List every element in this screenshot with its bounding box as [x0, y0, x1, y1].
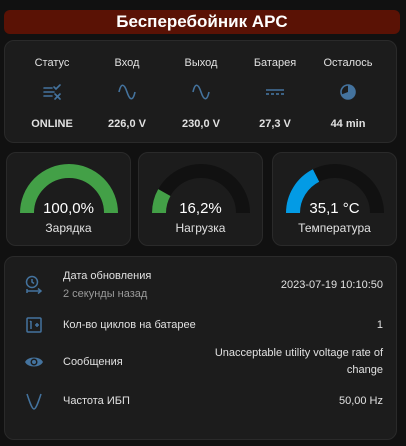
- messages-value-line2: change: [346, 364, 383, 376]
- ups-frequency-label: Частота ИБП: [63, 395, 130, 407]
- timer-icon: [340, 84, 356, 100]
- battery-cycles-value: 1: [376, 319, 383, 331]
- messages-value-line1: Unacceptable utility voltage rate of: [214, 347, 383, 359]
- remaining-value: 44 min: [330, 118, 366, 130]
- charge-label: Зарядка: [45, 221, 92, 235]
- gauge-card-charge[interactable]: 100,0% Зарядка: [6, 152, 131, 246]
- page-title-bar: Бесперебойник APC: [4, 10, 400, 34]
- sine-wave-icon: [118, 84, 136, 100]
- messages-label: Сообщения: [63, 356, 123, 368]
- last-updated-relative: 2 секунды назад: [63, 288, 148, 300]
- battery-value: 27,3 V: [259, 118, 291, 130]
- temperature-label: Температура: [298, 221, 371, 235]
- charge-value: 100,0%: [43, 200, 94, 217]
- input-value: 226,0 V: [108, 118, 146, 130]
- ups-frequency-value: 50,00 Hz: [338, 395, 383, 407]
- output-value: 230,0 V: [182, 118, 220, 130]
- output-label: Выход: [184, 57, 218, 69]
- remaining-label: Осталось: [323, 57, 373, 69]
- frequency-icon: [26, 393, 42, 410]
- load-value: 16,2%: [179, 200, 222, 217]
- battery-counter-icon: [26, 317, 42, 333]
- dc-current-icon: [266, 89, 284, 95]
- gauge-card-load[interactable]: 16,2% Нагрузка: [138, 152, 263, 246]
- last-updated-label: Дата обновления: [63, 270, 152, 282]
- sine-wave-icon: [192, 84, 210, 100]
- page-title: Бесперебойник APC: [116, 12, 288, 31]
- status-card: Статус ONLINE Вход 226,0 V Выход 230,0 V…: [4, 40, 397, 143]
- eye-icon: [25, 357, 43, 367]
- status-label: Статус: [34, 57, 70, 69]
- input-label: Вход: [114, 57, 140, 69]
- clock-arrow-icon: [25, 275, 43, 295]
- battery-label: Батарея: [253, 57, 297, 69]
- status-value: ONLINE: [31, 118, 73, 130]
- last-updated-value: 2023-07-19 10:10:50: [280, 279, 383, 291]
- list-check-icon: [43, 84, 61, 100]
- gauge-card-temperature[interactable]: 35,1 °C Температура: [272, 152, 397, 246]
- battery-cycles-label: Кол-во циклов на батарее: [63, 319, 196, 331]
- temperature-value: 35,1 °C: [309, 200, 360, 217]
- load-label: Нагрузка: [175, 221, 226, 235]
- info-card: Дата обновления 2 секунды назад 2023-07-…: [4, 256, 397, 440]
